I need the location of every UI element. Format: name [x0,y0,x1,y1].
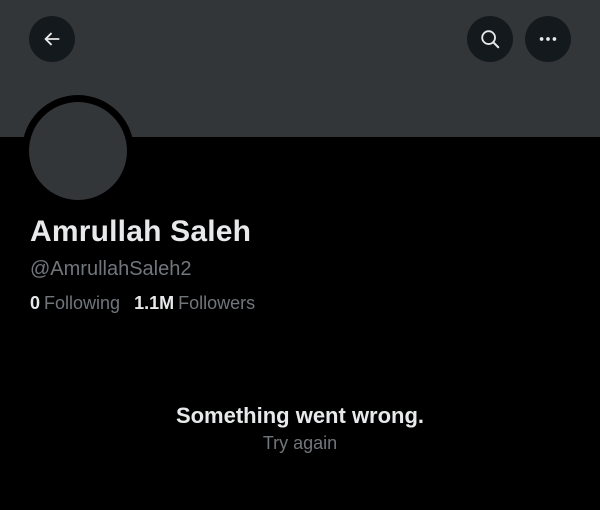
retry-container: Try again [0,433,600,454]
profile-display-name: Amrullah Saleh [30,215,252,248]
avatar-placeholder [29,102,127,200]
following-label: Following [44,293,121,313]
profile-handle: @AmrullahSaleh2 [30,258,192,280]
more-options-button[interactable] [525,16,571,62]
followers-label: Followers [178,293,256,313]
following-count: 0 [30,293,41,313]
more-horizontal-icon [539,37,557,41]
followers-link[interactable]: 1.1M Followers [134,293,255,314]
following-link[interactable]: 0 Following [30,293,120,314]
profile-stats: 0 Following 1.1M Followers [30,293,255,314]
back-button[interactable] [29,16,75,62]
search-button[interactable] [467,16,513,62]
error-message: Something went wrong. [175,403,425,428]
try-again-link[interactable]: Try again [263,433,337,453]
arrow-left-icon [44,32,60,46]
search-icon [481,30,500,49]
avatar[interactable] [22,95,134,207]
followers-count: 1.1M [134,293,175,313]
